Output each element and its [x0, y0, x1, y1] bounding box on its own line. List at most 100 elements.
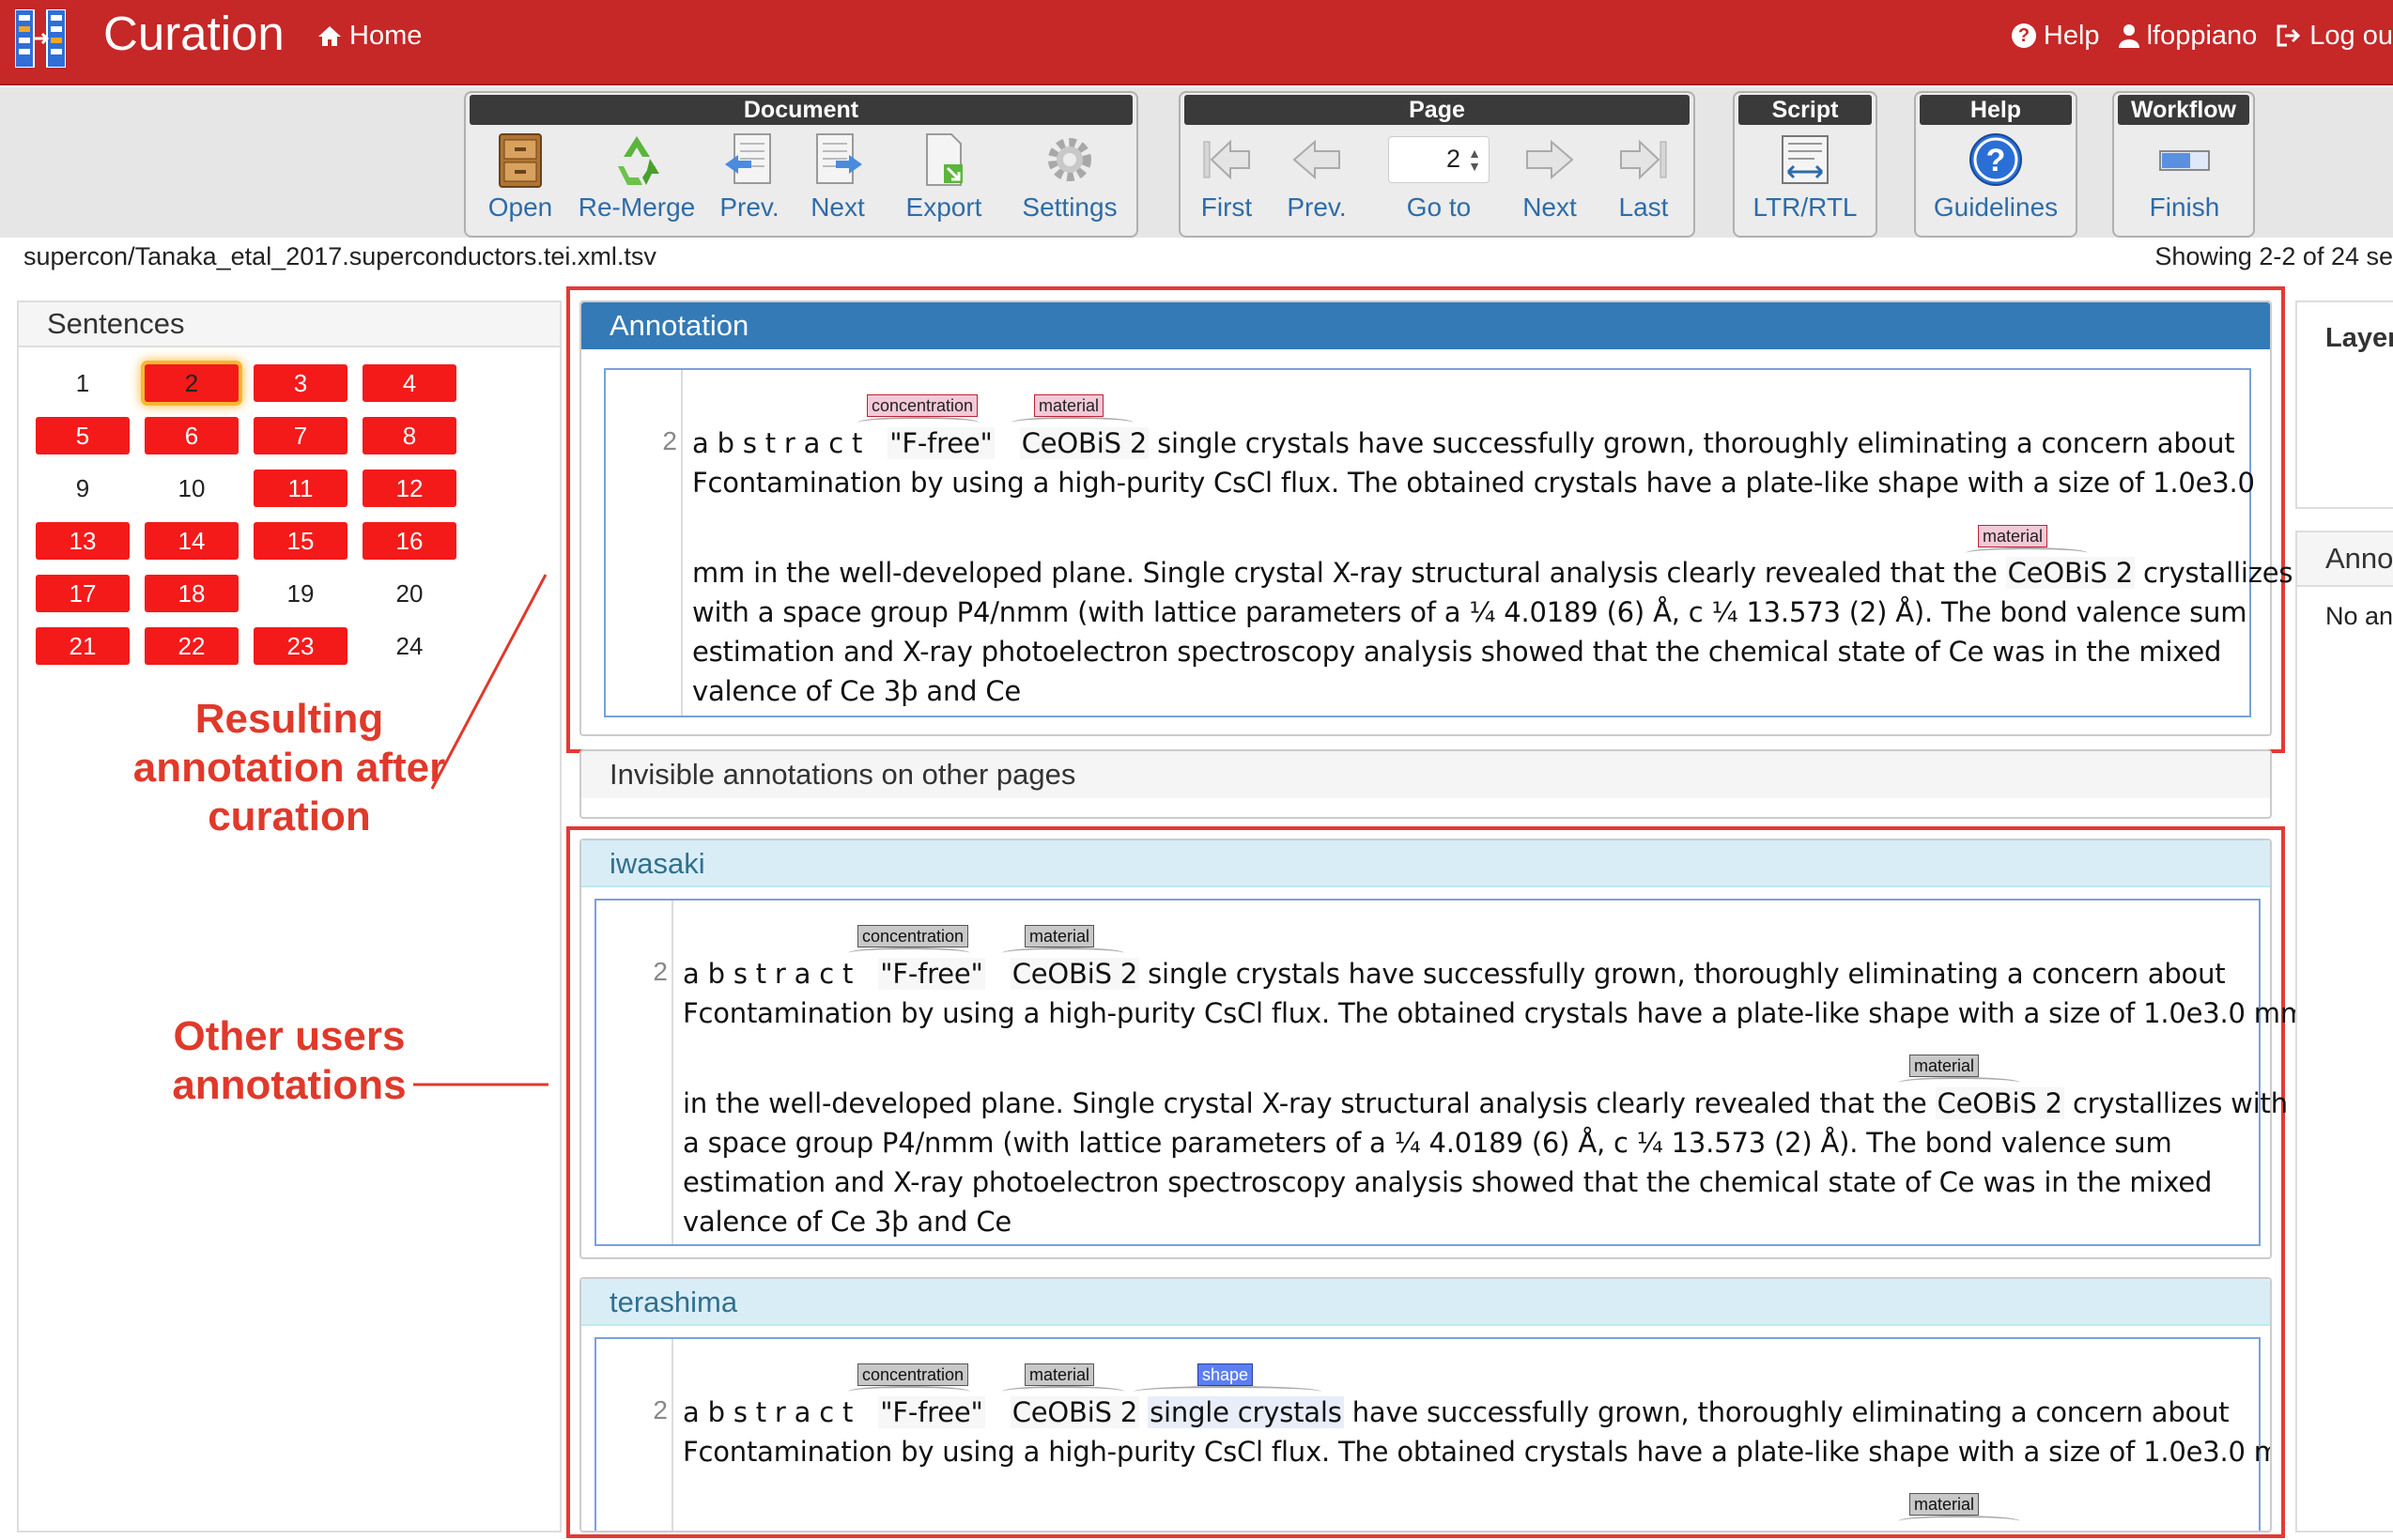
- annotated-span-material[interactable]: CeOBiS 2: [1935, 1087, 2064, 1119]
- sentence-button[interactable]: 12: [363, 470, 456, 507]
- last-page-label: Last: [1618, 192, 1669, 222]
- annotated-span-shape[interactable]: single crystals: [1148, 1396, 1344, 1428]
- label-shape[interactable]: shape: [1197, 1363, 1254, 1386]
- next-page-label: Next: [1522, 192, 1577, 222]
- sentence-button[interactable]: 5: [36, 417, 130, 454]
- sentence-button[interactable]: 10: [145, 470, 239, 507]
- page-number-input[interactable]: 2 ▲ ▼: [1388, 136, 1490, 183]
- sentence-button[interactable]: 15: [254, 522, 347, 560]
- text-direction-icon: [1782, 135, 1829, 184]
- annotation-document[interactable]: 2 concentration material a b s t r a c t…: [604, 368, 2293, 717]
- span-arc: [1898, 1516, 2020, 1527]
- toolbar-group-page: Page First Prev. 2 ▲ ▼ Go to Next Last: [1179, 91, 1695, 238]
- label-concentration[interactable]: concentration: [857, 925, 969, 947]
- annotation-detail-panel: Anno No an: [2295, 531, 2393, 1532]
- annotated-span-material[interactable]: CeOBiS 2: [1019, 427, 1150, 459]
- page-spinner-icon[interactable]: ▲ ▼: [1468, 146, 1481, 173]
- recycle-icon: [618, 136, 659, 185]
- settings-button[interactable]: Settings: [1009, 131, 1131, 234]
- sentence-button[interactable]: 6: [145, 417, 239, 454]
- invisible-annotations-title: Invisible annotations on other pages: [581, 751, 2270, 798]
- abstract-token: a b s t r a c t: [683, 958, 854, 990]
- user-panel-terashima: terashima 2 concentration material shape…: [579, 1277, 2272, 1532]
- text-line-3: in the well-developed plane. Single crys…: [683, 1086, 2288, 1120]
- user-name-terashima: terashima: [581, 1279, 2270, 1326]
- open-button[interactable]: Open: [479, 131, 562, 234]
- sentence-button[interactable]: 4: [363, 364, 456, 402]
- prev-document-button[interactable]: Prev.: [712, 131, 787, 234]
- remerge-button[interactable]: Re-Merge: [575, 131, 699, 234]
- sentence-button[interactable]: 11: [254, 470, 347, 507]
- finish-button[interactable]: Finish: [2123, 131, 2246, 234]
- label-material[interactable]: material: [1978, 525, 2048, 547]
- label-concentration[interactable]: concentration: [867, 394, 979, 417]
- annotated-span-material[interactable]: CeOBiS 2: [1010, 1396, 1140, 1428]
- guidelines-label: Guidelines: [1933, 192, 2059, 222]
- annotated-span-concentration[interactable]: "F-free": [878, 1396, 985, 1428]
- home-link[interactable]: Home: [317, 19, 422, 53]
- user-link[interactable]: lfoppiano: [2118, 21, 2257, 52]
- logout-link[interactable]: Log ou: [2276, 21, 2393, 52]
- sentence-button[interactable]: 1: [36, 364, 130, 402]
- toolbar-group-script: Script LTR/RTL: [1733, 91, 1877, 238]
- abstract-token: a b s t r a c t: [692, 427, 863, 459]
- top-navbar: Curation Home ? Help lfoppiano Log ou: [0, 0, 2393, 85]
- label-concentration[interactable]: concentration: [857, 1363, 969, 1386]
- sentence-button[interactable]: 13: [36, 522, 130, 560]
- label-material[interactable]: material: [1909, 1493, 1980, 1516]
- toolbar-group-workflow: Workflow Finish: [2112, 91, 2255, 238]
- annotated-span-concentration[interactable]: "F-free": [888, 427, 995, 459]
- text-segment: mm in the well-developed plane. Single c…: [692, 557, 1998, 589]
- sentence-button[interactable]: 14: [145, 522, 239, 560]
- annotation-detail-title: Anno: [2297, 532, 2393, 587]
- cabinet-icon: [499, 133, 542, 188]
- first-page-icon: [1203, 139, 1250, 180]
- sentence-button[interactable]: 23: [254, 627, 347, 665]
- prev-page-button[interactable]: Prev.: [1278, 131, 1355, 234]
- next-document-button[interactable]: Next: [800, 131, 875, 234]
- iwasaki-document[interactable]: 2 concentration material a b s t r a c t…: [594, 899, 2307, 1246]
- layer-panel: Layer: [2295, 300, 2393, 509]
- label-material[interactable]: material: [1025, 1363, 1095, 1386]
- label-material[interactable]: material: [1909, 1055, 1980, 1077]
- text-line-4: with a space group P4/nmm (with lattice …: [692, 596, 2247, 628]
- sentence-button[interactable]: 7: [254, 417, 347, 454]
- line-gutter: 2: [596, 901, 673, 1244]
- sentence-button[interactable]: 9: [36, 470, 130, 507]
- annotated-span-material[interactable]: CeOBiS 2: [1010, 958, 1140, 990]
- annotated-span-concentration[interactable]: "F-free": [878, 958, 985, 990]
- terashima-document[interactable]: 2 concentration material shape a b s t r…: [594, 1337, 2270, 1531]
- nav-right: ? Help lfoppiano Log ou: [2011, 19, 2393, 53]
- goto-label[interactable]: Go to: [1407, 192, 1471, 223]
- document-group-title: Document: [470, 95, 1133, 125]
- sentence-button[interactable]: 16: [363, 522, 456, 560]
- export-button[interactable]: Export: [892, 131, 996, 234]
- open-label: Open: [487, 192, 553, 222]
- sentence-button[interactable]: 21: [36, 627, 130, 665]
- sentence-button[interactable]: 8: [363, 417, 456, 454]
- annotated-span-material[interactable]: CeOBiS 2: [2005, 557, 2136, 589]
- label-material[interactable]: material: [1034, 394, 1104, 417]
- sentence-button[interactable]: 17: [36, 575, 130, 612]
- text-line-1: a b s t r a c t "F-free" CeOBiS 2 single…: [692, 426, 2235, 460]
- last-page-button[interactable]: Last: [1605, 131, 1682, 234]
- label-material[interactable]: material: [1025, 925, 1095, 947]
- sentence-button[interactable]: 22: [145, 627, 239, 665]
- finish-icon: [2159, 150, 2210, 171]
- callout-other-line1: Other users: [173, 1013, 406, 1059]
- sentence-button[interactable]: 3: [254, 364, 347, 402]
- home-label: Home: [349, 21, 423, 51]
- guidelines-button[interactable]: ? Guidelines: [1925, 131, 2066, 234]
- help-link[interactable]: ? Help: [2011, 21, 2100, 52]
- brand-link[interactable]: Curation: [103, 6, 285, 62]
- sentence-button[interactable]: 19: [254, 575, 347, 612]
- text-line-6: valence of Ce 3þ and Ce: [692, 675, 1022, 707]
- next-page-button[interactable]: Next: [1511, 131, 1588, 234]
- text-segment: crystallizes with: [2072, 1087, 2288, 1119]
- ltr-rtl-button[interactable]: LTR/RTL: [1744, 131, 1866, 234]
- first-page-button[interactable]: First: [1188, 131, 1265, 234]
- prev-page-label: Prev.: [1287, 192, 1347, 222]
- sentence-button[interactable]: 2: [145, 364, 239, 402]
- sentence-button[interactable]: 18: [145, 575, 239, 612]
- invisible-annotations-panel[interactable]: Invisible annotations on other pages: [579, 749, 2272, 819]
